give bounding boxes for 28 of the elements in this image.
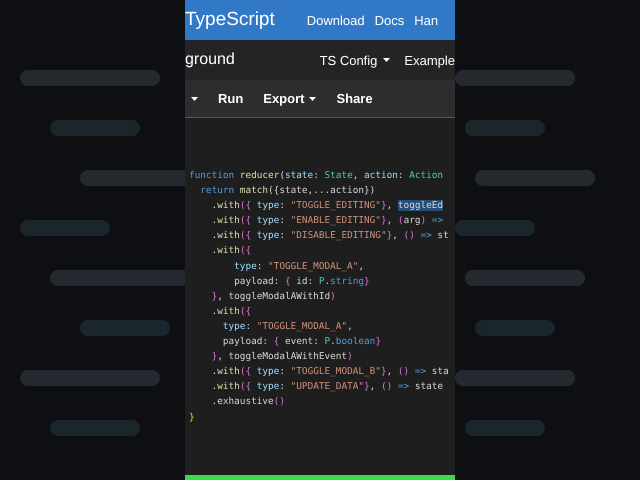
toolbar-button[interactable]: Share [336,89,373,108]
code-line: type: "TOGGLE_MODAL_A", [233,260,365,274]
code-line: function reducer(state: State, action: Action [189,169,444,183]
code-line: .exhaustive() [210,395,286,410]
toolbar-button[interactable]: Run [218,89,244,108]
toolbar-button[interactable]: Export [263,89,316,108]
nav-link[interactable]: Docs [374,12,404,28]
code-line: .with({ type: "TOGGLE_EDITING"}, toggleEd [210,199,444,214]
code-line: payload: { event: P.boolean} [222,335,382,350]
code-line: .with({ type: "DISABLE_EDITING"}, () => st [210,229,450,244]
code-line: .with({ [210,244,252,258]
code-line: } [189,410,196,424]
nav-link[interactable]: Download [306,12,365,28]
code-line: }, toggleModalAWithId) [210,290,337,304]
code-line: .with({ type: "UPDATE_DATA"}, () => state [210,380,444,394]
nav-link[interactable]: Han [414,12,438,28]
menu-button[interactable]: TS Config [306,52,390,68]
code-line: payload: { id: P.string} [233,274,371,289]
code-line: .with({ type: "TOGGLE_MODAL_B"}, () => sta [210,365,450,380]
dropdown-button[interactable] [191,94,198,102]
menu-button[interactable]: Example [390,52,455,68]
logo-text[interactable]: TypeScript [185,9,275,31]
code-line: return match({state,...action}) [199,184,376,198]
code-line: .with({ type: "ENABLE_EDITING"}, (arg) => [210,214,444,228]
code-line: type: "TOGGLE_MODAL_A", [222,320,354,334]
page-title: ground [185,51,235,69]
code-line: }, toggleModalAWithEvent) [210,350,354,364]
code-line: .with({ [210,304,252,319]
